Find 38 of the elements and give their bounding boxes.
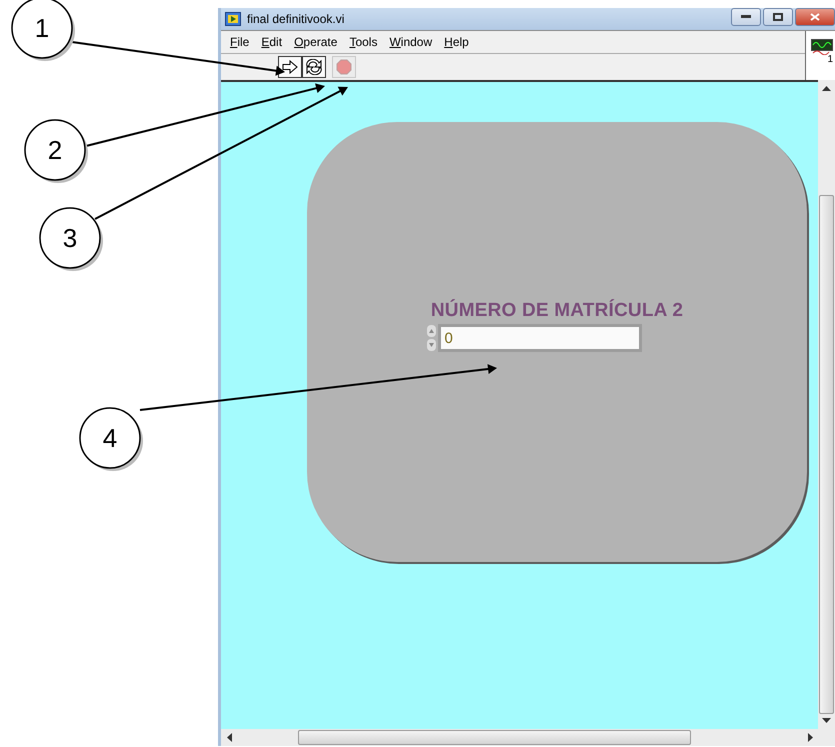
numeric-field[interactable]: 0 <box>438 324 642 352</box>
scroll-left-icon <box>227 733 232 742</box>
maximize-icon <box>773 13 783 21</box>
arrow-icon <box>282 60 298 74</box>
minimize-button[interactable] <box>731 8 761 26</box>
connector-number: 1 <box>827 55 833 65</box>
stop-sign-icon <box>336 59 352 75</box>
app-icon <box>225 12 241 26</box>
window-title: final definitivook.vi <box>247 12 346 26</box>
close-icon <box>810 13 820 21</box>
scroll-down-icon <box>822 718 831 723</box>
control-label: NÚMERO DE MATRÍCULA 2 <box>430 300 684 322</box>
vi-icon-pane[interactable]: 1 <box>805 31 835 80</box>
run-continuously-button[interactable] <box>302 56 326 78</box>
menu-item[interactable]: Tools <box>344 35 382 49</box>
callout-number: 1 <box>34 13 50 43</box>
minimize-icon <box>741 15 751 19</box>
maximize-button[interactable] <box>763 8 793 26</box>
menu-item[interactable]: Edit <box>256 35 288 49</box>
increment-decrement-arrows[interactable] <box>426 325 436 351</box>
cycle-arrows-icon <box>305 59 323 75</box>
scroll-right-icon <box>808 733 813 742</box>
callout-number: 2 <box>48 135 62 165</box>
callout-circle <box>79 407 143 471</box>
callout-circle <box>39 207 103 271</box>
callout-number: 3 <box>62 223 78 253</box>
run-button[interactable] <box>278 56 302 78</box>
menu-item[interactable]: Window <box>384 35 438 49</box>
close-button[interactable] <box>795 8 835 26</box>
menu-item[interactable]: File <box>225 35 254 49</box>
scroll-up-icon <box>822 86 831 91</box>
vertical-scrollbar[interactable] <box>818 80 835 729</box>
callout-number: 4 <box>102 423 118 453</box>
menu-item[interactable]: Operate <box>289 35 342 49</box>
callout-circle <box>24 119 88 183</box>
horizontal-scrollbar[interactable] <box>221 729 835 746</box>
menu-item[interactable]: Help <box>439 35 474 49</box>
waveform-icon <box>811 39 833 55</box>
